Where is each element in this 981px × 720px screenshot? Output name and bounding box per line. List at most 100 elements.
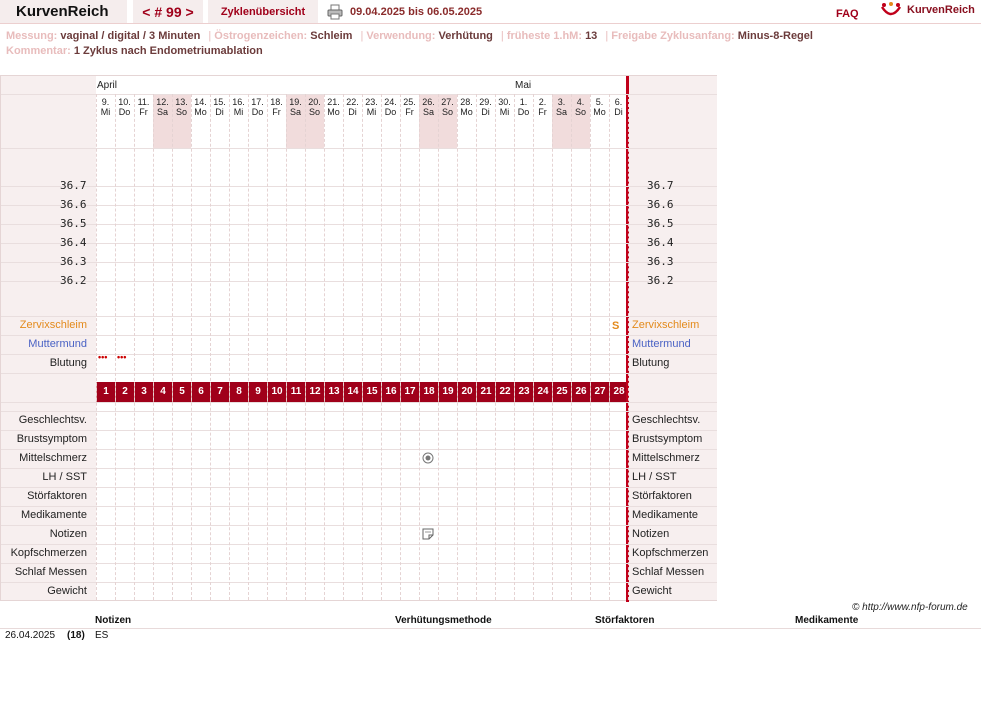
day-label[interactable]: 22. Di: [343, 97, 362, 117]
weekday: Fr: [538, 107, 547, 117]
cycle-day-cell[interactable]: 23: [514, 382, 533, 402]
top-header: KurvenReich < # 99 > Zyklenübersicht 09.…: [0, 0, 981, 24]
kommentar-label: Kommentar:: [6, 45, 71, 57]
day-label[interactable]: 20. So: [305, 97, 324, 117]
day-label[interactable]: 9. Mi: [96, 97, 115, 117]
cycle-day-cell[interactable]: 13: [324, 382, 343, 402]
grid-vline: [229, 94, 230, 600]
day-label[interactable]: 23. Mi: [362, 97, 381, 117]
weekday: So: [175, 107, 187, 117]
cycle-day-cell[interactable]: 25: [552, 382, 571, 402]
day-label[interactable]: 21. Mo: [324, 97, 343, 117]
cycle-day-cell[interactable]: 14: [343, 382, 362, 402]
day-label[interactable]: 14. Mo: [191, 97, 210, 117]
day-number: 29.: [479, 97, 492, 107]
day-number: 12.: [156, 97, 169, 107]
day-label[interactable]: 28. Mo: [457, 97, 476, 117]
cycle-day-cell[interactable]: 27: [590, 382, 609, 402]
day-label[interactable]: 12. Sa: [153, 97, 172, 117]
day-label[interactable]: 4. So: [571, 97, 590, 117]
temp-tick-left: 36.2: [60, 274, 87, 287]
weekday: Di: [481, 107, 490, 117]
cycle-day-cell[interactable]: 15: [362, 382, 381, 402]
day-label[interactable]: 16. Mi: [229, 97, 248, 117]
day-label[interactable]: 3. Sa: [552, 97, 571, 117]
day-label[interactable]: 18. Fr: [267, 97, 286, 117]
row-label-right: Mittelschmerz: [632, 452, 700, 464]
cycle-day-cell[interactable]: 21: [476, 382, 495, 402]
cycle-day-cell[interactable]: 4: [153, 382, 172, 402]
weekday: Fr: [405, 107, 414, 117]
copyright[interactable]: © http://www.nfp-forum.de: [852, 602, 968, 613]
logo-text[interactable]: KurvenReich: [907, 4, 975, 16]
cycle-day-cell[interactable]: 22: [495, 382, 514, 402]
grid-vline: [495, 94, 496, 600]
weekday: Fr: [272, 107, 281, 117]
row-label-right-zervixschleim: Zervixschleim: [632, 319, 700, 331]
day-label[interactable]: 6. Di: [609, 97, 628, 117]
cycle-day-cell[interactable]: 10: [267, 382, 286, 402]
cycle-day-cell[interactable]: 18: [419, 382, 438, 402]
faq-link[interactable]: FAQ: [836, 8, 859, 20]
day-label[interactable]: 19. Sa: [286, 97, 305, 117]
cycle-day-cell[interactable]: 9: [248, 382, 267, 402]
day-label[interactable]: 5. Mo: [590, 97, 609, 117]
printer-icon[interactable]: [327, 4, 343, 20]
row-label-blutung: Blutung: [49, 357, 87, 369]
grid-vline: [381, 94, 382, 600]
day-label[interactable]: 1. Do: [514, 97, 533, 117]
cycle-day-cell[interactable]: 19: [438, 382, 457, 402]
day-label[interactable]: 10. Do: [115, 97, 134, 117]
day-label[interactable]: 25. Fr: [400, 97, 419, 117]
cycle-overview-link[interactable]: Zyklenübersicht: [208, 0, 319, 23]
day-label[interactable]: 24. Do: [381, 97, 400, 117]
day-number: 13.: [175, 97, 188, 107]
bleeding-dots[interactable]: •••: [117, 352, 126, 362]
cycle-day-cell[interactable]: 5: [172, 382, 191, 402]
cycle-day-cell[interactable]: 1: [96, 382, 115, 402]
logo-icon[interactable]: [880, 1, 902, 19]
day-label[interactable]: 11. Fr: [134, 97, 153, 117]
day-number: 2.: [538, 97, 547, 107]
temp-tick-right: 36.3: [647, 255, 674, 268]
day-label[interactable]: 29. Di: [476, 97, 495, 117]
cycle-day-cell[interactable]: 12: [305, 382, 324, 402]
day-label[interactable]: 13. So: [172, 97, 191, 117]
cycle-day-cell[interactable]: 8: [229, 382, 248, 402]
temp-tick-left: 36.3: [60, 255, 87, 268]
cycle-day-cell[interactable]: 3: [134, 382, 153, 402]
day-label[interactable]: 27. So: [438, 97, 457, 117]
day-label[interactable]: 26. Sa: [419, 97, 438, 117]
grid-vline: [324, 94, 325, 600]
cycle-day-cell[interactable]: 7: [210, 382, 229, 402]
day-number: 15.: [213, 97, 226, 107]
cycle-day-cell[interactable]: 6: [191, 382, 210, 402]
messung-value: vaginal / digital / 3 Minuten: [60, 30, 201, 42]
day-label[interactable]: 17. Do: [248, 97, 267, 117]
day-label[interactable]: 15. Di: [210, 97, 229, 117]
pain-icon[interactable]: [422, 452, 434, 464]
cycle-day-cell[interactable]: 24: [533, 382, 552, 402]
cycle-navigation[interactable]: < # 99 >: [133, 0, 204, 23]
row-label-right: Schlaf Messen: [632, 566, 705, 578]
day-number: 5.: [595, 97, 604, 107]
grid-vline: [400, 94, 401, 600]
bleeding-dots[interactable]: •••: [98, 352, 107, 362]
cycle-day-cell[interactable]: 11: [286, 382, 305, 402]
weekday: Di: [215, 107, 224, 117]
cycle-day-cell[interactable]: 20: [457, 382, 476, 402]
cycle-day-cell[interactable]: 2: [115, 382, 134, 402]
weekday: Mo: [194, 107, 207, 117]
grid-vline: [419, 94, 420, 600]
note-icon[interactable]: [422, 528, 434, 540]
date-range: 09.04.2025 bis 06.05.2025: [350, 6, 483, 18]
cycle-day-cell[interactable]: 17: [400, 382, 419, 402]
day-label[interactable]: 2. Fr: [533, 97, 552, 117]
app-title[interactable]: KurvenReich: [0, 0, 128, 23]
day-label[interactable]: 30. Mi: [495, 97, 514, 117]
zervix-mark[interactable]: S: [612, 320, 619, 332]
cycle-day-cell[interactable]: 26: [571, 382, 590, 402]
row-label: LH / SST: [42, 471, 87, 483]
weekday: Mi: [100, 107, 111, 117]
cycle-day-cell[interactable]: 16: [381, 382, 400, 402]
